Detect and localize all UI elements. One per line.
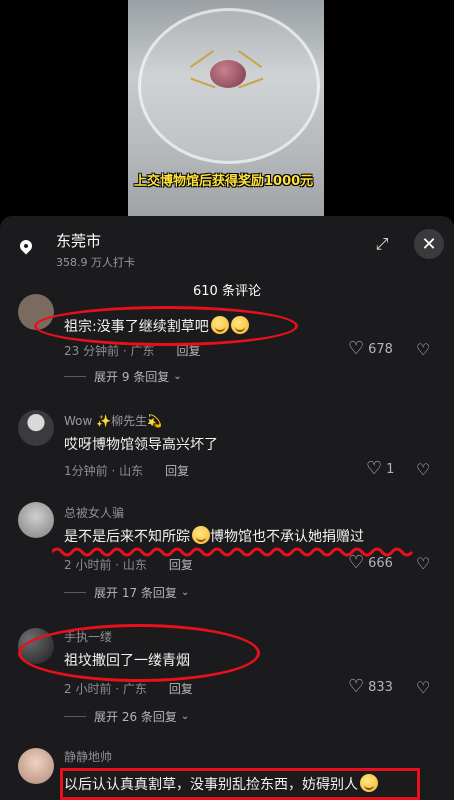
avatar[interactable]: [18, 294, 54, 330]
heart-icon: ♡: [366, 458, 383, 479]
comment-text: 祖宗:没事了继续割草吧: [64, 316, 249, 336]
expand-replies-button[interactable]: 展开 9 条回复 ⌄: [64, 368, 182, 385]
comment-time-location: 2 小时前 · 广东: [64, 682, 147, 696]
like-count: 1: [386, 461, 395, 477]
divider-line: [64, 716, 86, 717]
crab-brooch: [210, 60, 246, 88]
smile-emoji-icon: [210, 316, 229, 334]
comment-text: 哎呀博物馆领导高兴坏了: [64, 437, 218, 453]
avatar[interactable]: [18, 628, 54, 664]
comment-count: 610 条评论: [193, 284, 261, 299]
expand-replies-label: 展开 26 条回复: [94, 710, 177, 724]
chevron-down-icon: ⌄: [180, 587, 190, 598]
avatar[interactable]: [18, 502, 54, 538]
comment-item: 总被女人骗 是不是后来不知所踪 博物馆也不承认她捐赠过 2 小时前 · 山东 回复 …: [0, 498, 454, 608]
reply-button[interactable]: 回复: [169, 682, 193, 696]
divider-line: [64, 376, 86, 377]
divider-line: [64, 592, 86, 593]
comment-time-location: 2 小时前 · 山东: [64, 558, 147, 572]
expand-replies-button[interactable]: 展开 26 条回复 ⌄: [64, 708, 189, 725]
heart-icon: ♡: [348, 338, 365, 359]
like-button[interactable]: ♡ 1: [366, 460, 394, 478]
location-bar[interactable]: 东莞市 358.9 万人打卡 ⤢ ✕: [0, 216, 454, 276]
thinking-emoji-icon: [360, 774, 378, 792]
like-button[interactable]: ♡ 678: [348, 340, 393, 358]
comment-meta: 2 小时前 · 山东 回复: [64, 556, 193, 573]
comment-text-content: 以后认认真真割草，没事别乱捡东西，妨碍别人: [64, 777, 358, 793]
dislike-icon[interactable]: ♡: [416, 340, 430, 359]
expand-replies-button[interactable]: 展开 17 条回复 ⌄: [64, 584, 189, 601]
dislike-icon[interactable]: ♡: [416, 554, 430, 573]
like-button[interactable]: ♡ 666: [348, 554, 393, 572]
smile-emoji-icon: [230, 316, 249, 334]
comment-text-part: 博物馆也不承认她捐赠过: [210, 529, 364, 545]
comment-text-part: 是不是后来不知所踪: [64, 529, 190, 545]
video-player[interactable]: 上交博物馆后获得奖励1000元: [0, 0, 454, 216]
comment-username[interactable]: Wow ✨柳先生💫: [64, 412, 162, 429]
comment-text: 是不是后来不知所踪 博物馆也不承认她捐赠过: [64, 526, 364, 546]
like-count: 833: [368, 679, 393, 695]
reply-button[interactable]: 回复: [165, 464, 189, 478]
comment-item: 祖宗:没事了继续割草吧 23 分钟前 · 广东 回复 ♡ 678 ♡ 展开 9 条回…: [0, 294, 454, 388]
like-count: 678: [368, 341, 393, 357]
comment-text-content: 祖宗:没事了继续割草吧: [64, 319, 209, 335]
video-caption: 上交博物馆后获得奖励1000元: [134, 174, 314, 189]
heart-icon: ♡: [348, 676, 365, 697]
location-checkins: 358.9 万人打卡: [56, 256, 135, 269]
heart-icon: ♡: [348, 552, 365, 573]
close-icon[interactable]: ✕: [414, 229, 444, 259]
comment-meta: 1分钟前 · 山东 回复: [64, 462, 189, 479]
comment-time-location: 1分钟前 · 山东: [64, 464, 144, 478]
expand-replies-label: 展开 17 条回复: [94, 586, 177, 600]
chevron-down-icon: ⌄: [180, 711, 190, 722]
location-name[interactable]: 东莞市: [56, 230, 101, 251]
comment-text: 以后认认真真割草，没事别乱捡东西，妨碍别人: [64, 774, 378, 794]
video-frame: 上交博物馆后获得奖励1000元: [128, 0, 324, 216]
avatar[interactable]: [18, 748, 54, 784]
like-count: 666: [368, 555, 393, 571]
comment-time-location: 23 分钟前 · 广东: [64, 344, 155, 358]
comment-item: 手执一缕 祖坟撒回了一缕青烟 2 小时前 · 广东 回复 ♡ 833 ♡ 展开 26…: [0, 622, 454, 732]
comment-username[interactable]: 总被女人骗: [64, 504, 124, 521]
avatar[interactable]: [18, 410, 54, 446]
dislike-icon[interactable]: ♡: [416, 678, 430, 697]
location-pin-icon: [17, 237, 35, 255]
reply-button[interactable]: 回复: [169, 558, 193, 572]
comment-text: 祖坟撒回了一缕青烟: [64, 653, 190, 669]
comment-item: Wow ✨柳先生💫 哎呀博物馆领导高兴坏了 1分钟前 · 山东 回复 ♡ 1 ♡: [0, 408, 454, 488]
like-button[interactable]: ♡ 833: [348, 678, 393, 696]
comment-sheet: 东莞市 358.9 万人打卡 ⤢ ✕ 610 条评论 祖宗:没事了继续割草吧 2…: [0, 216, 454, 800]
dislike-icon[interactable]: ♡: [416, 460, 430, 479]
comment-username[interactable]: 静静地帅: [64, 748, 112, 765]
comment-meta: 23 分钟前 · 广东 回复: [64, 342, 201, 359]
chevron-down-icon: ⌄: [173, 371, 182, 382]
comment-username[interactable]: 手执一缕: [64, 628, 112, 645]
comment-meta: 2 小时前 · 广东 回复: [64, 680, 193, 697]
thinking-emoji-icon: [192, 526, 210, 544]
reply-button[interactable]: 回复: [177, 344, 201, 358]
expand-replies-label: 展开 9 条回复: [94, 370, 170, 384]
expand-icon[interactable]: ⤢: [368, 230, 396, 258]
comment-item: 静静地帅 以后认认真真割草，没事别乱捡东西，妨碍别人: [0, 744, 454, 800]
